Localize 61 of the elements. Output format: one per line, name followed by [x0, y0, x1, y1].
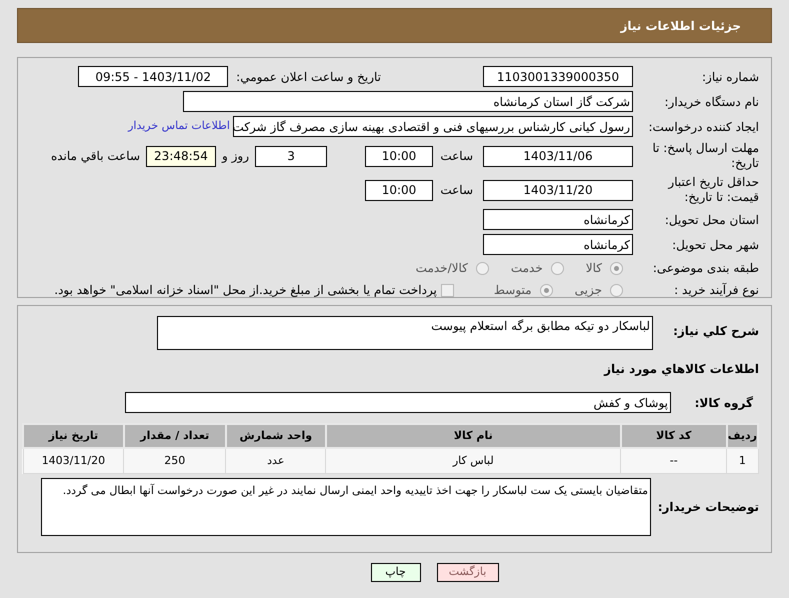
field-label: ایجاد کننده درخواست:: [647, 118, 759, 136]
field-label: ساعت: [443, 182, 473, 199]
column-header: ردیف: [726, 424, 758, 448]
field-label: ساعت باقي مانده: [50, 148, 140, 165]
field-label: نام دستگاه خریدار:: [664, 94, 759, 110]
table-cell: --: [620, 448, 727, 473]
table-cell: 1: [726, 448, 758, 473]
radio-button[interactable]: [540, 284, 553, 296]
text-field[interactable]: 10:00: [365, 146, 433, 166]
radio-button[interactable]: [550, 262, 564, 274]
text-field[interactable]: 1403/11/20: [483, 180, 633, 200]
text-field[interactable]: رسول کیانی کارشناس بررسیهای فنی و اقتصادی بهینه سازی مصرف گاز شرکت: [233, 116, 633, 137]
checkbox[interactable]: [440, 284, 454, 296]
radio-label: جزیی: [574, 282, 602, 299]
radio-button[interactable]: [476, 262, 489, 274]
field-label: حداقل تاریخ اعتبار قیمت: تا تاریخ:: [666, 175, 759, 205]
field-label: توضیحات خریدار:: [656, 498, 759, 516]
field-label: روز و: [222, 148, 249, 165]
text-field[interactable]: پوشاک و کفش: [125, 392, 671, 413]
field-label: نوع فرآیند خرید :: [673, 282, 759, 299]
contact-link[interactable]: اطلاعات تماس خریدار: [128, 118, 230, 135]
text-field[interactable]: 3: [255, 146, 327, 166]
column-header: کد کالا: [620, 424, 727, 448]
column-header: نام کالا: [326, 424, 621, 448]
field-label: استان محل تحویل:: [664, 212, 759, 228]
text-field[interactable]: کرمانشاه: [483, 209, 633, 230]
countdown-field[interactable]: 23:48:54: [146, 146, 216, 166]
column-header: واحد شمارش: [226, 424, 326, 448]
table-cell: 250: [124, 448, 226, 473]
text-field[interactable]: کرمانشاه: [483, 234, 633, 255]
column-header: تاریخ نیاز: [23, 424, 124, 448]
text-field[interactable]: شرکت گاز استان کرمانشاه: [183, 91, 633, 112]
table-cell: لباس کار: [326, 448, 621, 473]
field-label: شرح کلي نياز:: [672, 323, 759, 340]
radio-label: کالا: [586, 260, 602, 277]
page-title: جزئیات اطلاعات نیاز: [620, 18, 741, 34]
notes-textarea[interactable]: متقاضیان بایستی یک ست لباسکار را جهت اخذ تاییدیه واحد ایمنی ارسال نمایند در غیر این صورت درخواست آنها ابطال می گردد.: [41, 478, 651, 536]
description-textarea[interactable]: لباسکار دو تیکه مطابق برگه استعلام پیوست: [157, 316, 653, 350]
radio-button[interactable]: [610, 262, 623, 274]
table-cell: عدد: [226, 448, 326, 473]
text-field[interactable]: 1403/11/06: [483, 146, 633, 166]
field-label: تاریخ و ساعت اعلان عمومي:: [236, 68, 381, 86]
text-field[interactable]: 1403/11/02 - 09:55: [78, 66, 228, 87]
checkbox-label: پرداخت تمام یا بخشی از مبلغ خرید.از محل "اسناد خزانه اسلامی" خواهد بود.: [54, 282, 437, 299]
radio-label: خدمت: [510, 260, 543, 277]
field-label: مهلت ارسال پاسخ: تا تاریخ:: [651, 141, 759, 171]
field-label: طبقه بندی موضوعی:: [652, 260, 759, 277]
print-button[interactable]: چاپ: [370, 563, 420, 582]
text-field[interactable]: 10:00: [365, 180, 433, 200]
column-header: تعداد / مقدار: [124, 424, 226, 448]
field-label: شماره نیاز:: [701, 68, 759, 86]
field-label: ساعت: [443, 148, 473, 165]
radio-label: متوسط: [494, 282, 532, 299]
radio-button[interactable]: [610, 284, 623, 296]
field-label: گروه کالا:: [694, 394, 753, 412]
back-button[interactable]: بازگشت: [436, 563, 498, 582]
radio-label: کالا/خدمت: [416, 260, 468, 277]
field-label: اطلاعات کالاهاي مورد نياز: [604, 362, 759, 376]
table-cell: 1403/11/20: [23, 448, 124, 473]
text-field[interactable]: 1103001339000350: [483, 66, 633, 87]
field-label: شهر محل تحویل:: [671, 236, 759, 254]
